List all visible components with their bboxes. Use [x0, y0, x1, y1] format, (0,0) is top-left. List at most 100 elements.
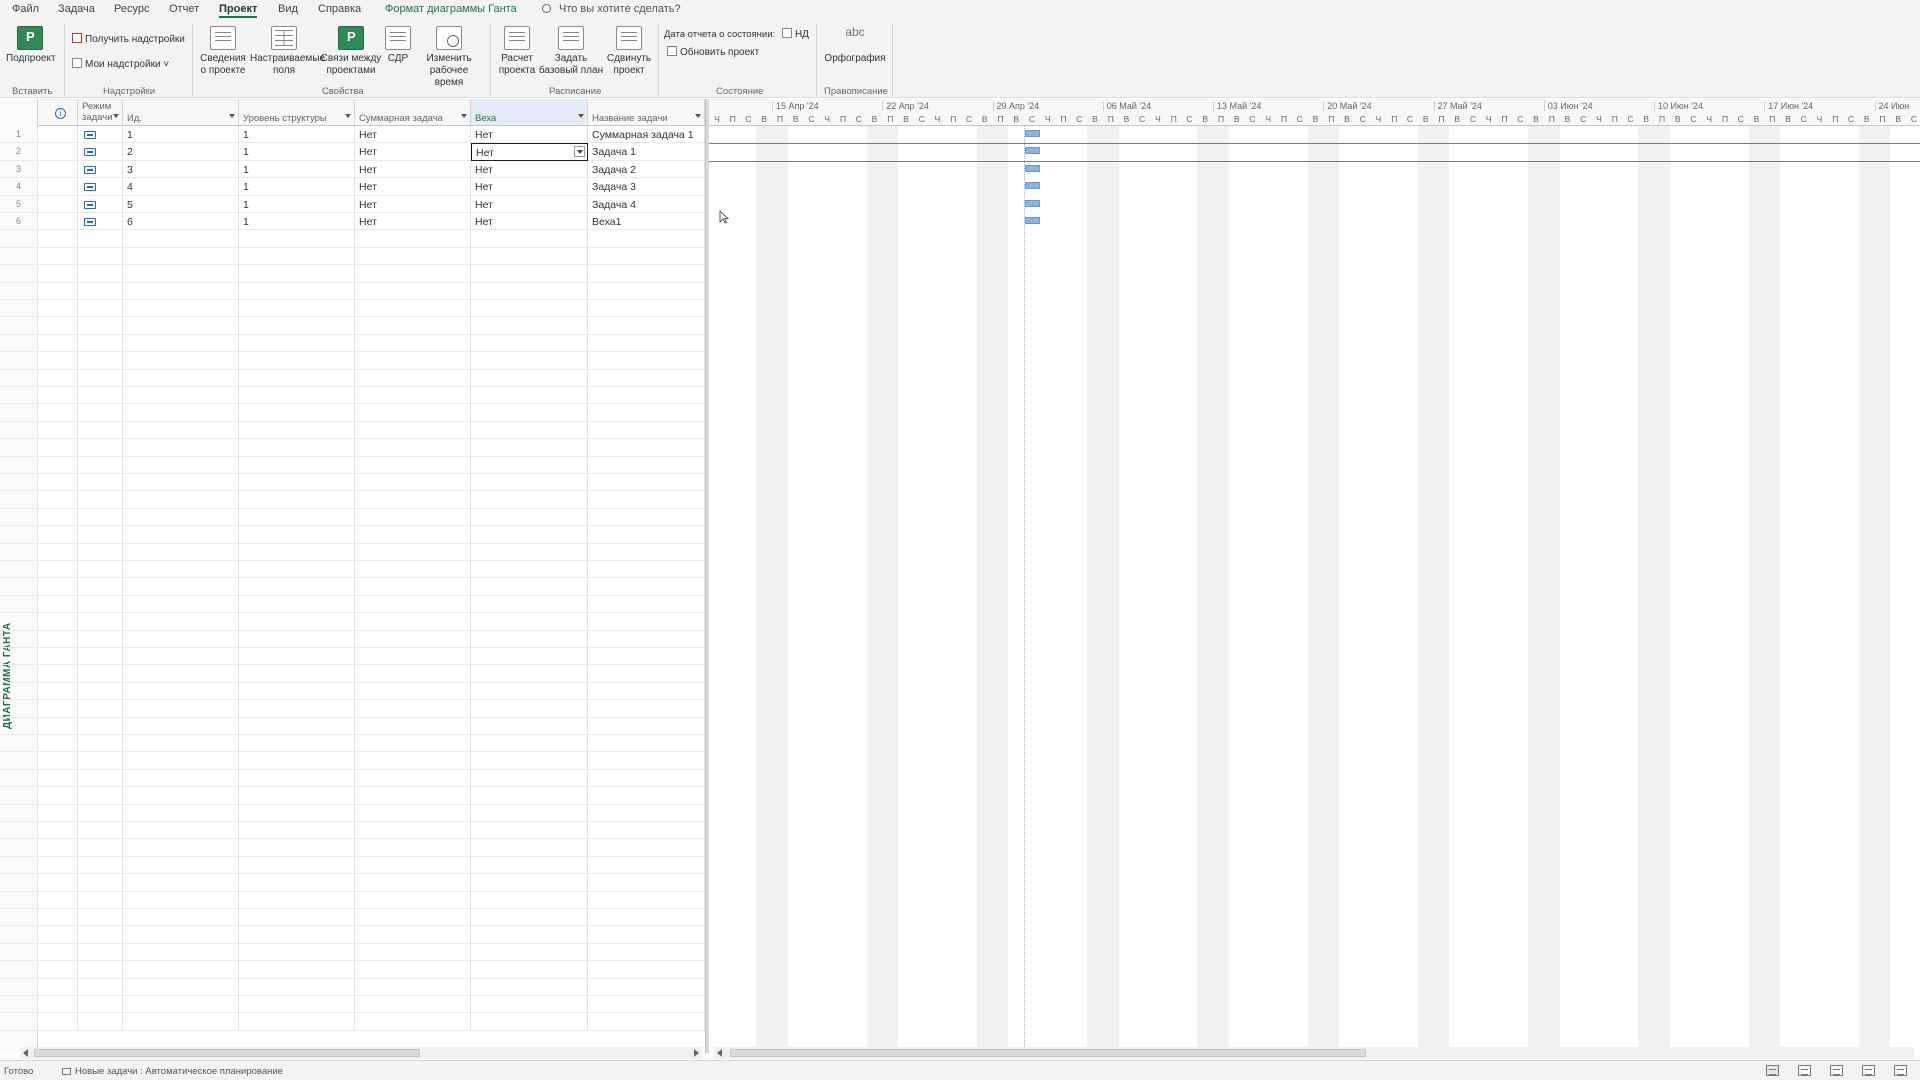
summary-cell[interactable]: [355, 700, 471, 718]
milestone-cell[interactable]: [471, 839, 588, 857]
empty-table-row[interactable]: [0, 439, 706, 457]
task-mode-cell[interactable]: [78, 387, 123, 405]
outline-level-cell[interactable]: [239, 700, 355, 718]
summary-cell[interactable]: Нет: [355, 178, 471, 196]
task-mode-cell[interactable]: [78, 578, 123, 596]
outline-level-cell[interactable]: [239, 978, 355, 996]
milestone-cell[interactable]: [471, 474, 588, 492]
outline-level-cell[interactable]: [239, 456, 355, 474]
task-name-cell[interactable]: Веха1: [588, 213, 705, 231]
milestone-cell[interactable]: Нет: [471, 178, 588, 196]
id-cell[interactable]: [123, 369, 239, 387]
tab-view[interactable]: Вид: [278, 3, 298, 15]
id-cell[interactable]: [123, 595, 239, 614]
tab-help[interactable]: Справка: [318, 3, 361, 15]
table-row[interactable]: 3 3 1 Нет Нет Задача 2: [0, 160, 706, 179]
summary-cell[interactable]: [355, 648, 471, 666]
task-name-cell[interactable]: [588, 421, 705, 440]
empty-table-row[interactable]: [0, 369, 706, 387]
id-cell[interactable]: [123, 926, 239, 944]
task-mode-cell[interactable]: [78, 630, 123, 648]
outline-level-cell[interactable]: [239, 334, 355, 353]
tab-resource[interactable]: Ресурс: [114, 3, 149, 15]
task-mode-cell[interactable]: [78, 143, 123, 161]
milestone-cell[interactable]: [471, 439, 588, 457]
gantt-view-icon[interactable]: [1766, 1065, 1779, 1076]
my-addins-button[interactable]: Мои надстройки ˅: [72, 58, 169, 70]
empty-table-row[interactable]: [0, 648, 706, 666]
tab-task[interactable]: Задача: [58, 3, 95, 15]
outline-level-cell[interactable]: [239, 735, 355, 753]
milestone-cell[interactable]: [471, 978, 588, 996]
task-name-cell[interactable]: Задача 3: [588, 178, 705, 196]
task-name-cell[interactable]: [588, 247, 705, 266]
task-name-cell[interactable]: [588, 1013, 705, 1031]
dropdown-arrow-icon[interactable]: [574, 146, 585, 158]
header-task-mode[interactable]: Режим задачи: [78, 99, 123, 126]
task-bar[interactable]: [1025, 182, 1040, 190]
task-name-cell[interactable]: [588, 474, 705, 492]
summary-cell[interactable]: [355, 543, 471, 561]
milestone-cell[interactable]: [471, 334, 588, 353]
empty-table-row[interactable]: [0, 508, 706, 527]
task-mode-cell[interactable]: [78, 978, 123, 996]
task-name-cell[interactable]: [588, 352, 705, 370]
empty-table-row[interactable]: [0, 265, 706, 283]
summary-cell[interactable]: [355, 787, 471, 805]
spelling-button[interactable]: abc Орфография: [822, 26, 888, 65]
outline-level-cell[interactable]: [239, 282, 355, 300]
task-name-cell[interactable]: [588, 752, 705, 770]
outline-level-cell[interactable]: [239, 891, 355, 909]
summary-cell[interactable]: [355, 665, 471, 683]
project-info-button[interactable]: Сведения о проекте: [198, 26, 248, 77]
outline-level-cell[interactable]: [239, 613, 355, 631]
empty-table-row[interactable]: [0, 926, 706, 944]
id-cell[interactable]: [123, 613, 239, 631]
summary-cell[interactable]: [355, 856, 471, 875]
id-cell[interactable]: [123, 247, 239, 266]
milestone-cell[interactable]: [471, 1013, 588, 1031]
id-cell[interactable]: [123, 526, 239, 544]
change-working-time-button[interactable]: Изменить рабочее время: [414, 26, 484, 89]
task-bar[interactable]: [1025, 130, 1040, 137]
empty-table-row[interactable]: [0, 578, 706, 596]
empty-table-row[interactable]: [0, 996, 706, 1014]
header-task-name[interactable]: Название задачи: [588, 99, 705, 126]
task-mode-cell[interactable]: [78, 1013, 123, 1031]
milestone-cell[interactable]: [471, 735, 588, 753]
task-name-cell[interactable]: [588, 787, 705, 805]
milestone-cell[interactable]: [471, 404, 588, 422]
task-name-cell[interactable]: [588, 439, 705, 457]
milestone-cell[interactable]: [471, 578, 588, 596]
task-mode-cell[interactable]: [78, 561, 123, 579]
task-mode-cell[interactable]: [78, 160, 123, 179]
empty-table-row[interactable]: [0, 474, 706, 492]
id-cell[interactable]: [123, 978, 239, 996]
empty-table-row[interactable]: [0, 978, 706, 996]
table-row[interactable]: 1 1 1 Нет Нет Суммарная задача 1: [0, 126, 706, 144]
task-mode-cell[interactable]: [78, 421, 123, 440]
outline-level-cell[interactable]: [239, 404, 355, 422]
milestone-cell[interactable]: [471, 874, 588, 892]
id-cell[interactable]: [123, 787, 239, 805]
empty-table-row[interactable]: [0, 247, 706, 266]
outline-level-cell[interactable]: [239, 369, 355, 387]
outline-level-cell[interactable]: [239, 665, 355, 683]
outline-level-cell[interactable]: [239, 926, 355, 944]
id-cell[interactable]: [123, 421, 239, 440]
id-cell[interactable]: [123, 300, 239, 318]
id-cell[interactable]: [123, 648, 239, 666]
outline-level-cell[interactable]: [239, 247, 355, 266]
task-mode-cell[interactable]: [78, 543, 123, 561]
summary-cell[interactable]: [355, 682, 471, 701]
task-mode-cell[interactable]: [78, 265, 123, 283]
task-mode-cell[interactable]: [78, 526, 123, 544]
milestone-cell[interactable]: [471, 561, 588, 579]
task-mode-cell[interactable]: [78, 752, 123, 770]
id-cell[interactable]: [123, 839, 239, 857]
task-name-cell[interactable]: [588, 909, 705, 927]
task-bar[interactable]: [1025, 164, 1040, 172]
header-outline-level[interactable]: Уровень структуры: [239, 99, 355, 126]
summary-cell[interactable]: [355, 508, 471, 527]
task-name-cell[interactable]: [588, 769, 705, 788]
